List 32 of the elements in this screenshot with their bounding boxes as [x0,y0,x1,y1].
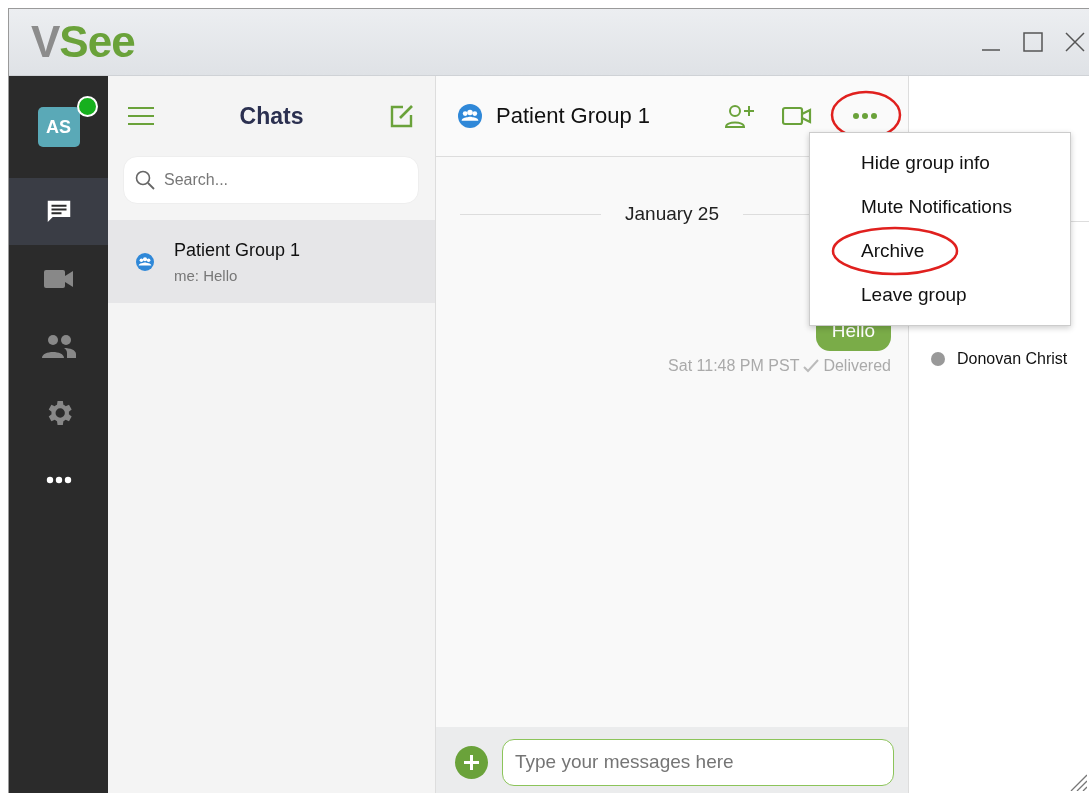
close-icon[interactable] [1065,32,1085,52]
menu-item[interactable]: Hide group info [810,141,1070,185]
compose-icon[interactable] [389,103,415,129]
delivery-status: Delivered [823,357,891,375]
group-icon [458,104,482,128]
date-divider: January 25 [625,203,719,225]
people-icon [40,333,77,358]
chat-preview: me: Hello [174,266,239,284]
check-icon [803,359,820,373]
menu-icon[interactable] [128,106,154,126]
add-attachment-button[interactable] [455,745,488,779]
nav-item[interactable] [9,178,108,245]
add-person-icon [724,104,756,128]
chats-title: Chats [239,102,304,130]
plus-icon [463,753,480,771]
more-icon [45,475,72,484]
chat-name: Patient Group 1 [174,239,301,261]
member-name: Donovan Christ [957,350,1068,368]
message-input[interactable]: Type your messages here [502,738,894,786]
video-camera-icon [782,106,812,126]
resize-grip-icon[interactable] [1069,773,1087,791]
menu-item[interactable]: Mute Notifications [810,185,1070,229]
search-field[interactable]: Search... [123,156,419,204]
maximize-icon[interactable] [1023,32,1043,52]
conversation-title: Patient Group 1 [496,103,651,129]
video-camera-icon [43,267,74,290]
vsee-logo: VSee [31,17,135,67]
menu-item[interactable]: Archive [810,229,1070,273]
chat-list-item[interactable]: Patient Group 1 me: Hello [108,220,435,303]
message-time: Sat 11:48 PM PST [668,357,800,375]
more-icon [852,112,878,120]
group-icon [136,252,154,271]
